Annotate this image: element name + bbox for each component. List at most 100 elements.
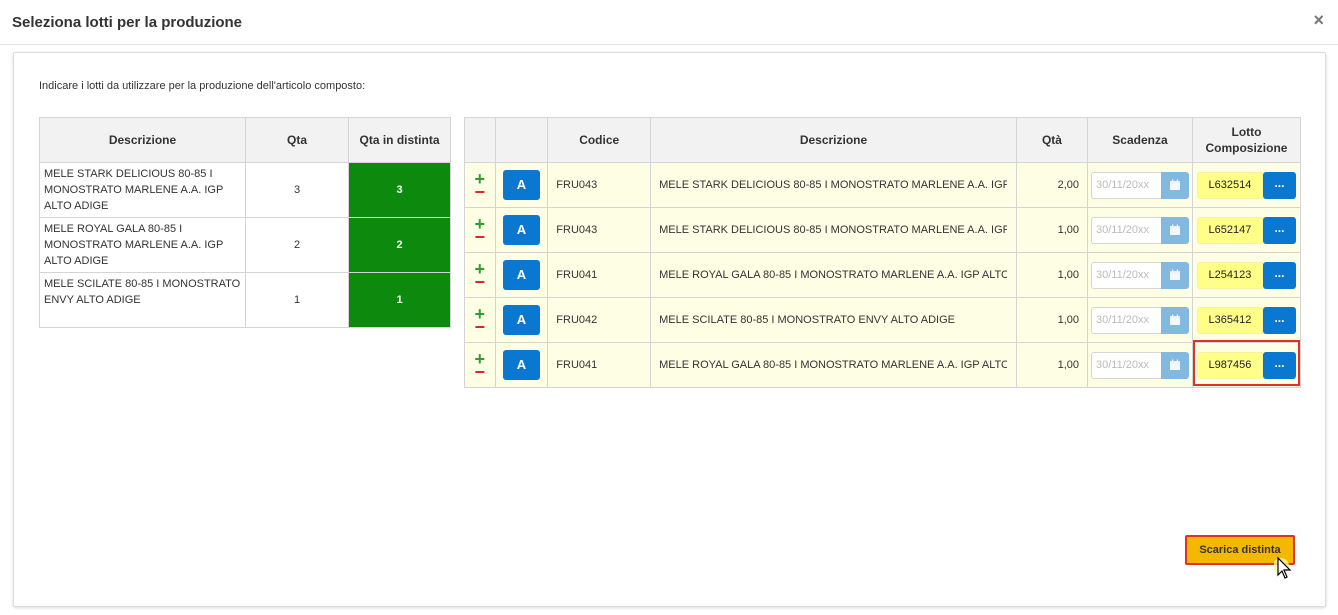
a-button[interactable]: A	[502, 170, 540, 200]
row-action: A	[494, 342, 549, 388]
date-field: 30/11/20xx	[1091, 306, 1191, 334]
row-lotto: L632514...	[1191, 162, 1302, 208]
row-lotto: L254123...	[1191, 252, 1302, 298]
date-field: 30/11/20xx	[1091, 261, 1191, 289]
row-qta: 1,00	[1015, 297, 1089, 343]
row-scadenza: 30/11/20xx	[1087, 252, 1193, 298]
row-qta-distinta: 3	[348, 162, 451, 218]
row-action: A	[494, 297, 549, 343]
calendar-icon[interactable]	[1161, 171, 1189, 199]
row-codice: FRU041	[547, 342, 652, 388]
row-plusminus: + −	[464, 162, 496, 208]
scadenza-input[interactable]: 30/11/20xx	[1091, 351, 1161, 379]
a-button[interactable]: A	[502, 305, 540, 335]
row-qta: 2,00	[1015, 162, 1089, 208]
table-row: + − A FRU042 MELE SCILATE 80-85 I MONOSTRATO…	[464, 297, 1302, 343]
minus-icon[interactable]: −	[466, 363, 494, 381]
row-qta: 2	[245, 217, 349, 273]
lotto-select-button[interactable]: ...	[1262, 261, 1296, 289]
row-qta: 1,00	[1015, 252, 1089, 298]
col-header-lotto-line2: Composizione	[1205, 141, 1288, 155]
lotto-input[interactable]: L652147	[1196, 216, 1263, 244]
scadenza-input[interactable]: 30/11/20xx	[1091, 306, 1161, 334]
row-descrizione: MELE SCILATE 80-85 I MONOSTRATO ENVY ALT…	[650, 297, 1017, 343]
row-scadenza: 30/11/20xx	[1087, 342, 1193, 388]
row-scadenza: 30/11/20xx	[1087, 207, 1193, 253]
content-panel: Indicare i lotti da utilizzare per la pr…	[13, 52, 1326, 607]
scadenza-input[interactable]: 30/11/20xx	[1091, 171, 1161, 199]
row-plusminus: + −	[464, 207, 496, 253]
a-button[interactable]: A	[502, 215, 540, 245]
minus-icon[interactable]: −	[466, 273, 494, 291]
calendar-icon[interactable]	[1161, 306, 1189, 334]
row-qta-distinta: 2	[348, 217, 451, 273]
scadenza-input[interactable]: 30/11/20xx	[1091, 261, 1161, 289]
lots-table: Codice Descrizione Qtà Scadenza Lotto Co…	[464, 117, 1302, 388]
table-row: + − A FRU043 MELE STARK DELICIOUS 80-85 I MO…	[464, 162, 1302, 208]
row-descrizione: MELE ROYAL GALA 80-85 I MONOSTRATO MARLE…	[39, 217, 246, 273]
row-codice: FRU043	[547, 207, 652, 253]
col-header-action	[494, 117, 549, 163]
col-header-codice: Codice	[547, 117, 652, 163]
scarica-distinta-button[interactable]: Scarica distinta	[1185, 535, 1295, 565]
components-table: Descrizione Qta Qta in distinta MELE STA…	[39, 117, 451, 328]
row-descrizione: MELE STARK DELICIOUS 80-85 I MONOSTRATO …	[650, 207, 1017, 253]
minus-icon[interactable]: −	[466, 183, 494, 201]
lotto-input[interactable]: L254123	[1196, 261, 1263, 289]
lotto-select-button[interactable]: ...	[1262, 306, 1296, 334]
col-header-descrizione: Descrizione	[650, 117, 1017, 163]
calendar-icon[interactable]	[1161, 261, 1189, 289]
lotto-field: L987456...	[1196, 351, 1296, 379]
lotto-select-button[interactable]: ...	[1262, 171, 1296, 199]
calendar-icon[interactable]	[1161, 216, 1189, 244]
row-plusminus: + −	[464, 297, 496, 343]
col-header-lotto-line1: Lotto	[1231, 125, 1262, 139]
modal-title: Seleziona lotti per la produzione	[12, 14, 243, 31]
row-descrizione-text: MELE ROYAL GALA 80-85 I MONOSTRATO MARLE…	[659, 359, 1008, 371]
row-action: A	[494, 252, 549, 298]
lotto-input[interactable]: L632514	[1196, 171, 1263, 199]
close-icon[interactable]: ×	[1313, 11, 1324, 29]
row-codice: FRU042	[547, 297, 652, 343]
row-codice: FRU043	[547, 162, 652, 208]
row-descrizione: MELE ROYAL GALA 80-85 I MONOSTRATO MARLE…	[650, 342, 1017, 388]
row-scadenza: 30/11/20xx	[1087, 162, 1193, 208]
row-qta: 1,00	[1015, 207, 1089, 253]
a-button[interactable]: A	[502, 350, 540, 380]
row-descrizione-text: MELE STARK DELICIOUS 80-85 I MONOSTRATO …	[659, 224, 1007, 236]
row-codice: FRU041	[547, 252, 652, 298]
col-header-lotto: Lotto Composizione	[1191, 117, 1302, 163]
modal-header: Seleziona lotti per la produzione ×	[0, 0, 1338, 45]
row-plusminus: + −	[464, 252, 496, 298]
lotto-select-button[interactable]: ...	[1262, 216, 1296, 244]
row-descrizione: MELE STARK DELICIOUS 80-85 I MONOSTRATO …	[650, 162, 1017, 208]
table-row: + − A FRU041 MELE ROYAL GALA 80-85 I MONOSTR…	[464, 252, 1302, 298]
row-descrizione: MELE SCILATE 80-85 I MONOSTRATO ENVY ALT…	[39, 272, 246, 328]
row-plusminus: + −	[464, 342, 496, 388]
row-scadenza: 30/11/20xx	[1087, 297, 1193, 343]
date-field: 30/11/20xx	[1091, 351, 1191, 379]
row-qta: 1	[245, 272, 349, 328]
lotto-select-button[interactable]: ...	[1262, 351, 1296, 379]
lotto-input[interactable]: L365412	[1196, 306, 1263, 334]
date-field: 30/11/20xx	[1091, 216, 1191, 244]
row-qta-distinta: 1	[348, 272, 451, 328]
minus-icon[interactable]: −	[466, 228, 494, 246]
a-button[interactable]: A	[502, 260, 540, 290]
row-descrizione: MELE STARK DELICIOUS 80-85 I MONOSTRATO …	[39, 162, 246, 218]
table-row: MELE SCILATE 80-85 I MONOSTRATO ENVY ALT…	[39, 272, 451, 328]
row-descrizione-text: MELE SCILATE 80-85 I MONOSTRATO ENVY ALT…	[659, 314, 955, 326]
row-action: A	[494, 207, 549, 253]
minus-icon[interactable]: −	[466, 318, 494, 336]
lotto-field: L632514...	[1196, 171, 1296, 199]
lotto-field: L365412...	[1196, 306, 1296, 334]
row-qta: 3	[245, 162, 349, 218]
row-lotto: L987456...	[1191, 342, 1302, 388]
lotto-input[interactable]: L987456	[1196, 351, 1263, 379]
table-row: MELE ROYAL GALA 80-85 I MONOSTRATO MARLE…	[39, 217, 451, 273]
scadenza-input[interactable]: 30/11/20xx	[1091, 216, 1161, 244]
calendar-icon[interactable]	[1161, 351, 1189, 379]
row-descrizione-text: MELE STARK DELICIOUS 80-85 I MONOSTRATO …	[659, 179, 1007, 191]
col-header-descrizione: Descrizione	[39, 117, 246, 163]
instructions-text: Indicare i lotti da utilizzare per la pr…	[39, 80, 366, 92]
